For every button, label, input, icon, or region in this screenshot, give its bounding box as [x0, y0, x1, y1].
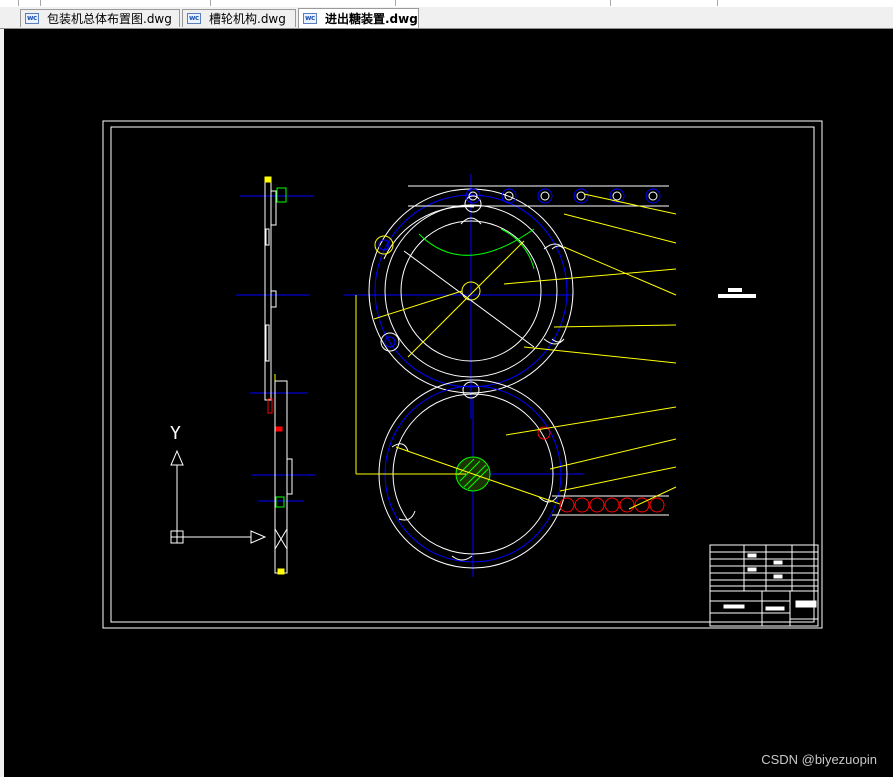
- cad-drawing: Y: [102, 120, 823, 629]
- side-view: [236, 176, 316, 575]
- ucs-y-label: Y: [170, 423, 181, 444]
- conveyor-upper: [408, 185, 669, 207]
- surface-finish-note: [718, 288, 756, 298]
- toolbar-segment[interactable]: [395, 0, 611, 6]
- toolbar-segment[interactable]: [610, 0, 718, 6]
- drawing-border-inner: [110, 126, 815, 623]
- toolbar-segment[interactable]: [210, 0, 396, 6]
- dwg-file-icon: wc: [25, 12, 40, 25]
- toolbar-segment[interactable]: [18, 0, 41, 6]
- tab-document-3-active[interactable]: wc 进出糖装置.dwg: [298, 8, 419, 28]
- tab-label: 包装机总体布置图.dwg: [47, 12, 172, 26]
- tab-label: 槽轮机构.dwg: [209, 12, 286, 26]
- watermark: CSDN @biyezuopin: [761, 752, 877, 767]
- drawing-canvas[interactable]: Y CSDN @biyezuopin: [4, 29, 893, 777]
- tab-document-2[interactable]: wc 槽轮机构.dwg: [182, 9, 296, 27]
- tab-label: 进出糖装置.dwg: [325, 12, 418, 26]
- toolbar-segment[interactable]: [0, 0, 19, 6]
- document-tab-bar: wc 包装机总体布置图.dwg wc 槽轮机构.dwg wc 进出糖装置.dwg: [0, 7, 893, 29]
- title-block: [709, 544, 819, 627]
- upper-wheel: [344, 174, 574, 419]
- dwg-file-icon: wc: [303, 12, 318, 25]
- dwg-file-icon: wc: [187, 12, 202, 25]
- toolbar-segment[interactable]: [40, 0, 211, 6]
- tab-document-1[interactable]: wc 包装机总体布置图.dwg: [20, 9, 180, 27]
- part-leaders: [503, 193, 677, 510]
- ucs-icon: [170, 449, 267, 544]
